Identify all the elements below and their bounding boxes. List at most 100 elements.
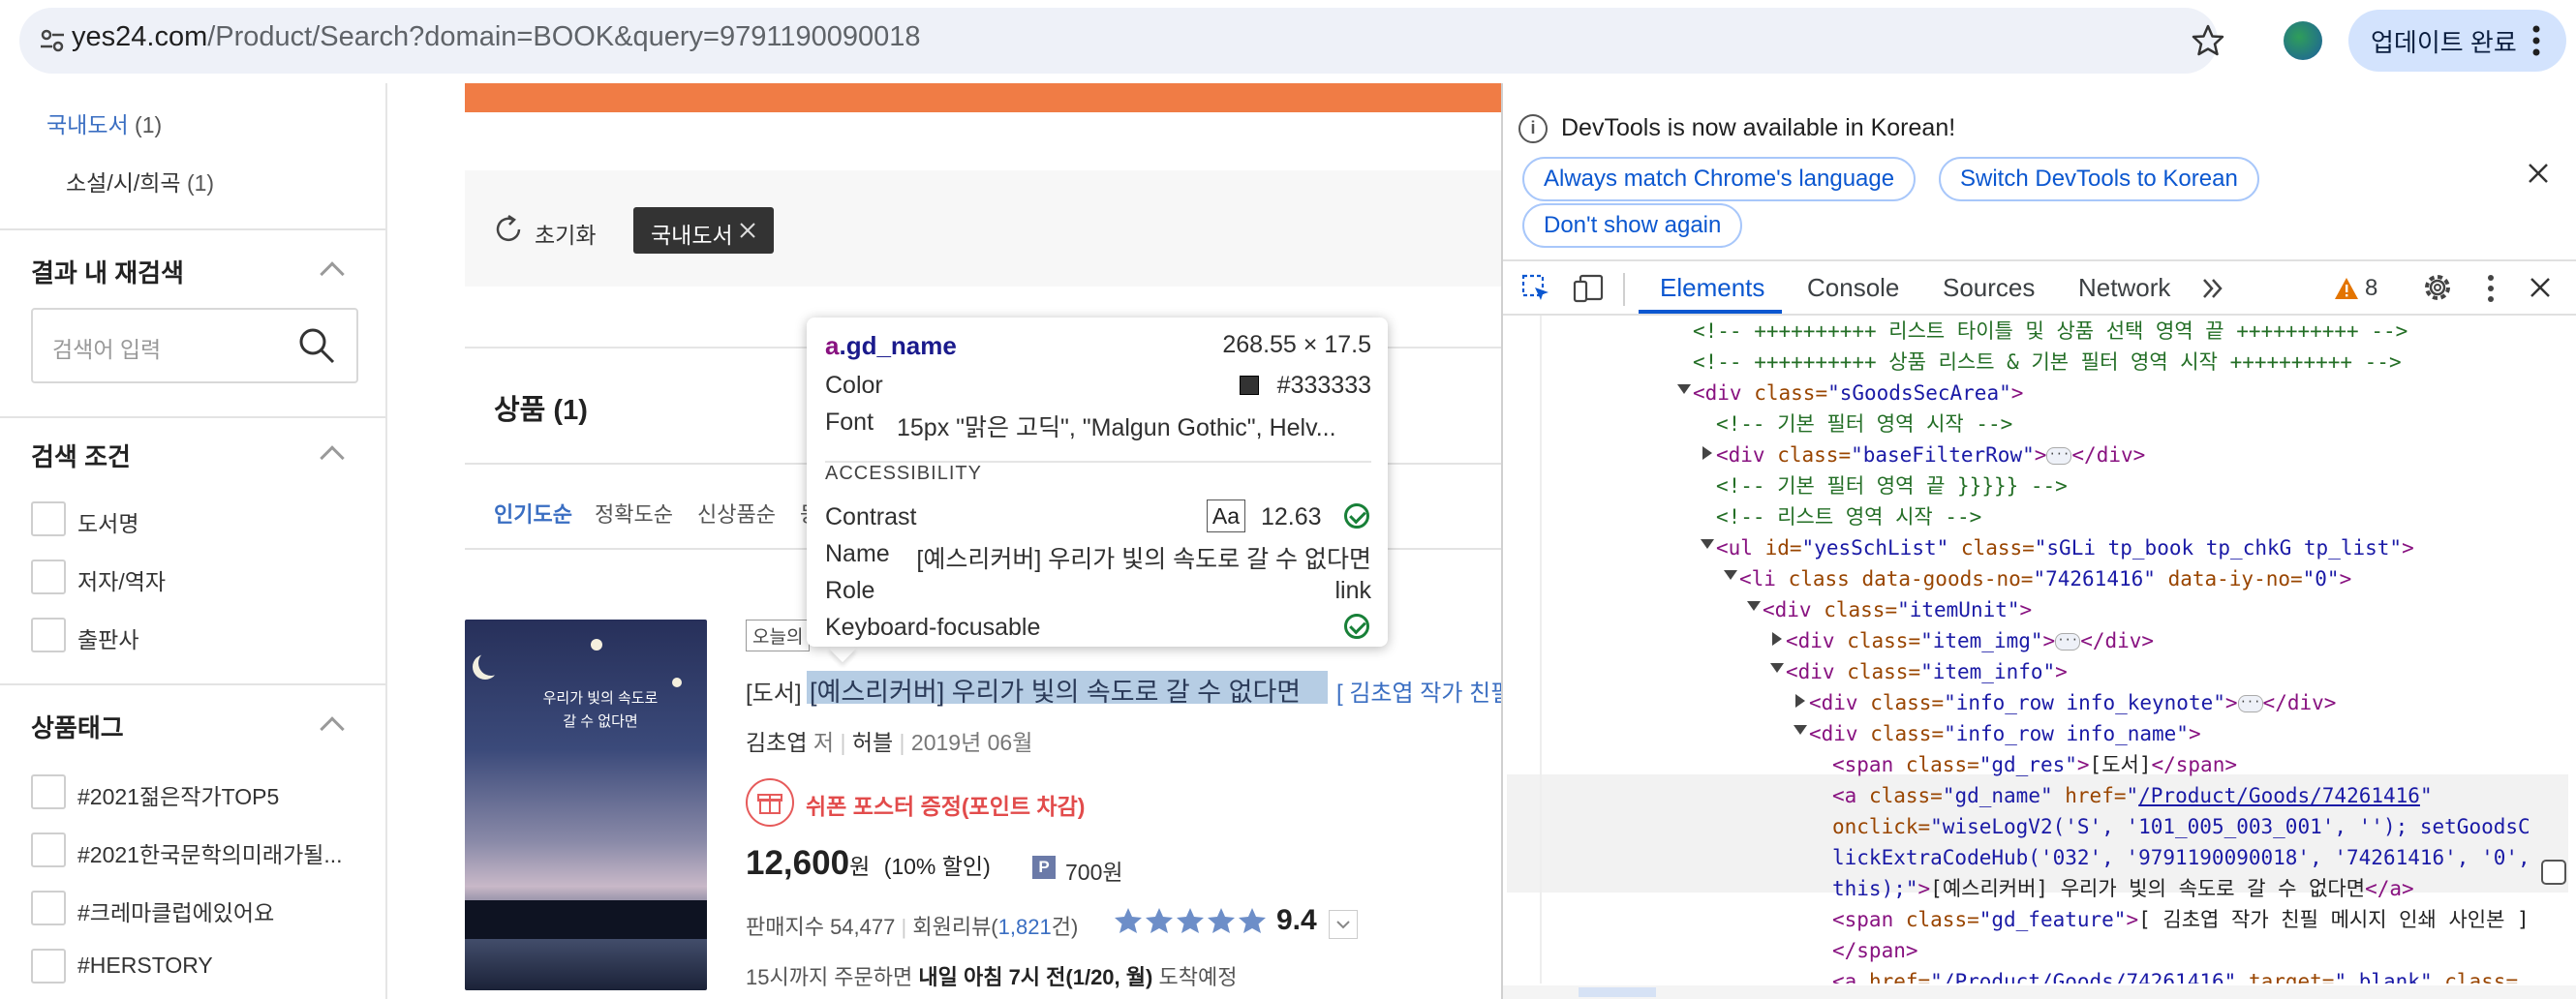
tag-open: <div [1716, 443, 1765, 467]
product-title-link[interactable]: [예스리커버] 우리가 빛의 속도로 갈 수 없다면 [810, 671, 1301, 709]
tag-open: <div [1809, 691, 1858, 714]
tag-checkbox[interactable] [31, 891, 66, 925]
condition-checkbox[interactable] [31, 560, 66, 594]
sort-popular[interactable]: 인기도순 [494, 498, 572, 529]
dont-show-again-button[interactable]: Don't show again [1522, 203, 1743, 248]
site-settings-icon[interactable] [39, 27, 66, 54]
dom-node[interactable]: <li class data-goods-no="74261416" data-… [1739, 563, 2351, 594]
tag-checkbox[interactable] [31, 774, 66, 809]
condition-checkbox[interactable] [31, 618, 66, 652]
more-tabs-icon[interactable] [2200, 275, 2225, 302]
infobar-close-icon[interactable] [2526, 161, 2551, 186]
condition-checkbox[interactable] [31, 501, 66, 536]
tag-label: #2021젊은작가TOP5 [77, 784, 280, 809]
inspect-element-icon[interactable] [1520, 273, 1551, 304]
attr-value: "item_info" [1920, 660, 2056, 683]
always-match-language-button[interactable]: Always match Chrome's language [1522, 157, 1917, 201]
dom-node[interactable]: <div class="sGoodsSecArea"> [1693, 378, 2023, 409]
attr-value: "_blank" [2334, 970, 2433, 984]
dom-node[interactable]: <span class="gd_feature">[ 김초엽 작가 친필 메시지… [1832, 904, 2530, 935]
profile-avatar[interactable] [2284, 21, 2322, 60]
reset-icon[interactable] [492, 213, 525, 246]
tab-sources[interactable]: Sources [1943, 273, 2035, 303]
review-count[interactable]: 1,821 [998, 915, 1052, 939]
ellipsis-icon[interactable]: ··· [2055, 633, 2081, 651]
star-icon [1146, 908, 1173, 933]
warning-icon[interactable] [2334, 277, 2359, 300]
research-title: 결과 내 재검색 [31, 258, 184, 288]
selected-dom-node[interactable]: <a class="gd_name" href="/Product/Goods/… [1832, 780, 2433, 811]
expand-toggle[interactable] [1770, 663, 1784, 673]
filter-chip-label: 국내도서 [651, 223, 733, 248]
attr-value: "item_img" [1920, 629, 2043, 652]
warning-count: 8 [2365, 275, 2378, 301]
dom-node[interactable]: <div class="baseFilterRow"> ··· </div> [1716, 439, 2145, 470]
ellipsis-icon[interactable]: ··· [2237, 695, 2263, 712]
expand-toggle[interactable] [1724, 570, 1737, 580]
scrollbar-thumb[interactable] [1579, 987, 1656, 997]
devtools-menu-icon[interactable] [2487, 273, 2495, 304]
star-icon [1208, 908, 1235, 933]
attr-value: "yesSchList" [1801, 536, 1949, 560]
switch-to-korean-button[interactable]: Switch DevTools to Korean [1939, 157, 2259, 201]
bookmark-star-icon[interactable] [2191, 23, 2225, 58]
expand-toggle[interactable] [1772, 632, 1782, 646]
dom-comment: <!-- 기본 필터 영역 시작 --> [1716, 412, 2013, 436]
author-link[interactable]: 김초엽 [746, 730, 807, 755]
tab-console[interactable]: Console [1807, 273, 1899, 303]
chip-close-icon[interactable] [738, 221, 757, 240]
dom-node-continued: onclick="wiseLogV2('S', '101_005_003_001… [1832, 811, 2530, 842]
url-text[interactable]: yes24.com/Product/Search?domain=BOOK&que… [72, 21, 921, 53]
publisher-link[interactable]: 허블 [852, 730, 893, 755]
dom-node[interactable]: <div class="itemUnit"> [1763, 594, 2032, 625]
dom-node-continued: lickExtraCodeHub('032', '9791190090018',… [1832, 846, 2530, 869]
reset-button[interactable]: 초기화 [535, 217, 596, 250]
tab-elements[interactable]: Elements [1660, 273, 1764, 303]
tab-divider [1623, 273, 1625, 306]
price-value: 12,600 [746, 844, 850, 882]
sidebar-category[interactable]: 국내도서 (1) [46, 106, 162, 139]
search-icon[interactable] [296, 325, 337, 366]
devtools-close-icon[interactable] [2528, 275, 2553, 300]
expand-toggle[interactable] [1677, 384, 1691, 394]
settings-gear-icon[interactable] [2421, 271, 2454, 304]
expand-toggle[interactable] [1794, 725, 1807, 735]
href-link[interactable]: /Product/Goods/74261416 [1943, 970, 2224, 984]
dom-node[interactable]: <a href="/Product/Goods/74261416" target… [1832, 966, 2518, 984]
horizontal-scrollbar[interactable] [1503, 985, 2576, 999]
href-link[interactable]: /Product/Goods/74261416 [2138, 784, 2420, 807]
browser-menu-icon[interactable] [2532, 23, 2540, 58]
attr-name: class= [1870, 691, 1945, 714]
expand-toggle[interactable] [1702, 446, 1712, 460]
delivery-prefix: 15시까지 주문하면 [746, 965, 913, 989]
tag-open: <div [1809, 722, 1858, 745]
sidebar-subcategory[interactable]: 소설/시/희곡 (1) [66, 165, 214, 197]
expand-toggle[interactable] [1701, 539, 1714, 549]
dom-node[interactable]: <div class="info_row info_name"> [1809, 718, 2201, 749]
price-unit: 원 [849, 854, 871, 879]
sort-accuracy[interactable]: 정확도순 [595, 498, 673, 529]
category-label: 국내도서 [46, 112, 129, 137]
dom-node[interactable]: <div class="info_row info_keynote"> ··· </… [1809, 687, 2336, 718]
attr-name: target= [2248, 970, 2335, 984]
sort-newest[interactable]: 신상품순 [697, 498, 776, 529]
dom-node[interactable]: <div class="item_info"> [1786, 656, 2068, 687]
tag-checkbox[interactable] [31, 949, 66, 984]
dom-node[interactable]: <div class="item_img"> ··· </div> [1786, 625, 2154, 656]
tag-open: <a [1832, 970, 1857, 984]
tooltip-selector: a.gd_name [825, 331, 957, 361]
gift-text[interactable]: 쉬폰 포스터 증정(포인트 차감) [806, 788, 1085, 821]
copy-icon[interactable] [2541, 860, 2566, 885]
tag-checkbox[interactable] [31, 832, 66, 867]
today-badge: 오늘의 [746, 620, 811, 651]
expand-toggle[interactable] [1747, 601, 1761, 611]
conditions-title: 검색 조건 [31, 442, 131, 471]
update-button-label: 업데이트 완료 [2371, 28, 2517, 57]
tab-network[interactable]: Network [2078, 273, 2170, 303]
rating-dropdown-icon[interactable] [1329, 910, 1358, 939]
dom-node[interactable]: <ul id="yesSchList" class="sGLi tp_book … [1716, 532, 2414, 563]
device-toggle-icon[interactable] [1573, 273, 1606, 304]
expand-toggle[interactable] [1795, 694, 1805, 708]
dom-node[interactable]: <span class="gd_res">[도서]</span> [1832, 749, 2237, 780]
ellipsis-icon[interactable]: ··· [2046, 447, 2072, 465]
